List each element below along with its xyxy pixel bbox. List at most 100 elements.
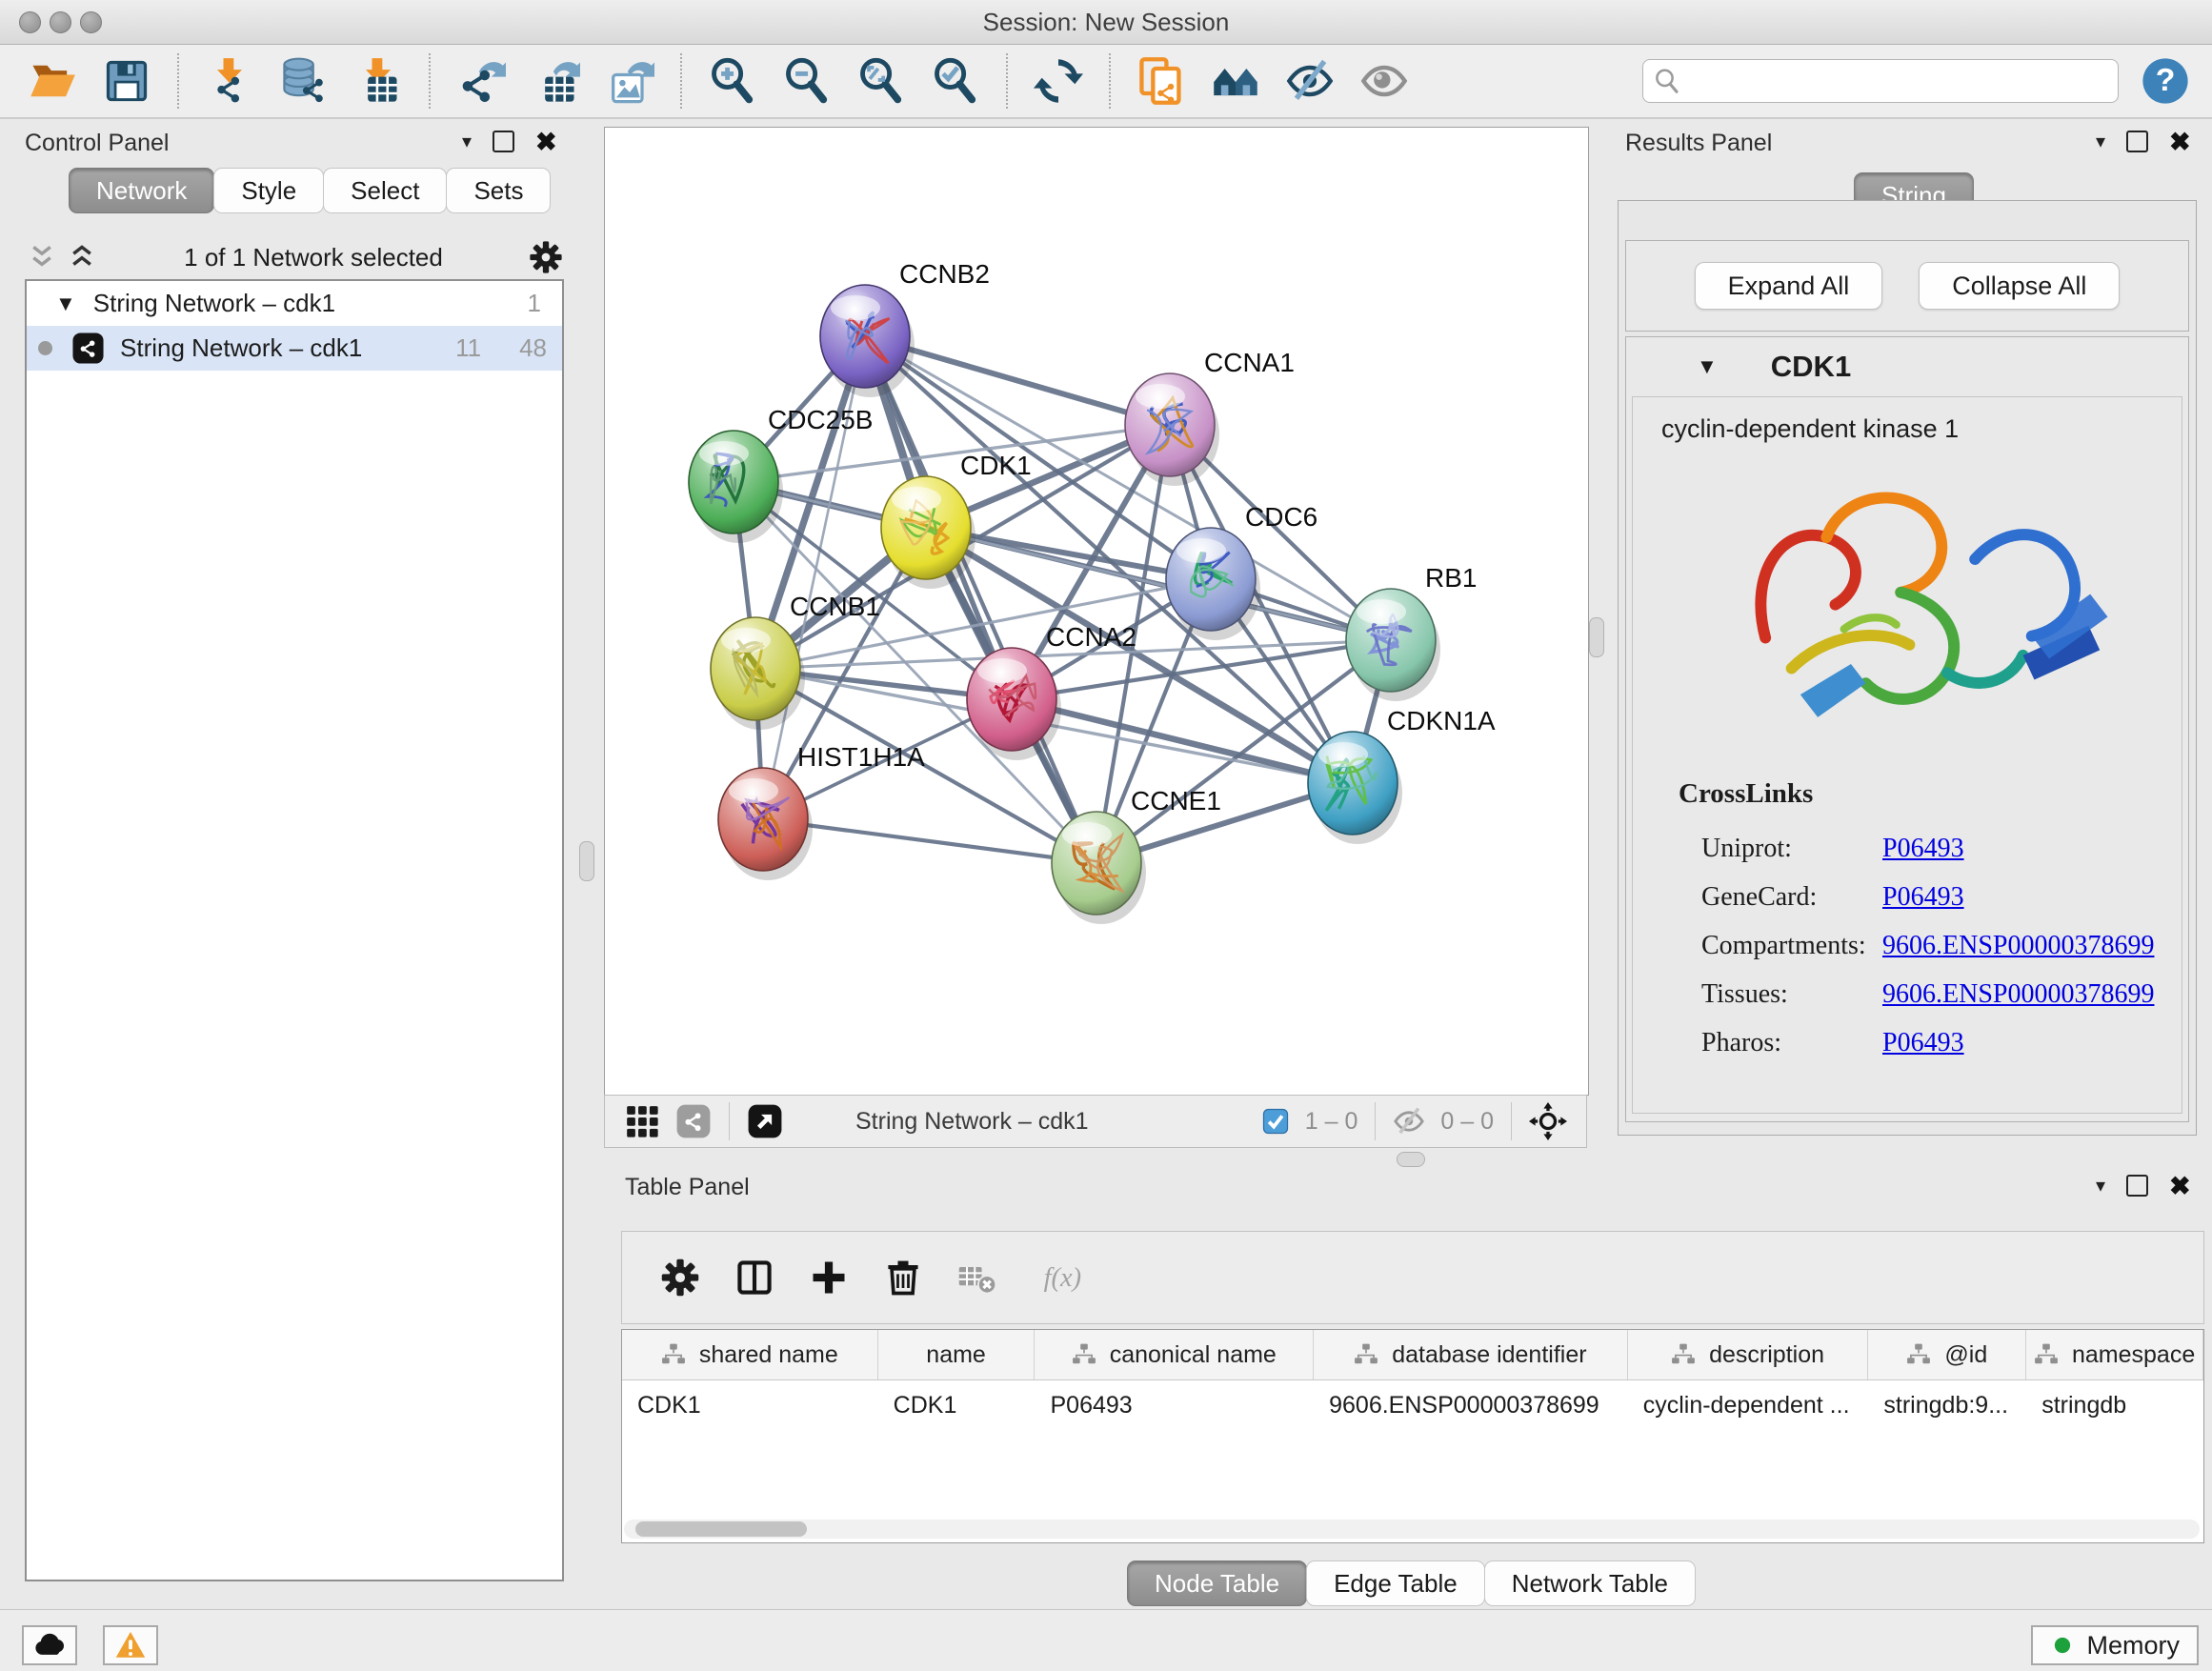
- warnings-button[interactable]: [103, 1625, 158, 1665]
- selected-indicator-checkbox[interactable]: [1261, 1107, 1290, 1136]
- table-panel-float-icon[interactable]: [2126, 1175, 2148, 1197]
- export-image-button[interactable]: [603, 54, 656, 108]
- birdseye-view-icon[interactable]: [1529, 1102, 1567, 1140]
- column-header--id[interactable]: @id: [1868, 1330, 2026, 1379]
- node-CCNB2[interactable]: CCNB2: [820, 259, 990, 397]
- tab-network-table[interactable]: Network Table: [1484, 1560, 1696, 1606]
- column-header-canonical-name[interactable]: canonical name: [1035, 1330, 1314, 1379]
- table-cell[interactable]: CDK1: [622, 1380, 878, 1430]
- add-column-icon[interactable]: [808, 1257, 850, 1299]
- results-panel-float-icon[interactable]: [2126, 131, 2148, 152]
- table-cell[interactable]: stringdb:9...: [1868, 1380, 2026, 1430]
- node-HIST1H1A[interactable]: HIST1H1A: [718, 742, 925, 880]
- table-cell[interactable]: cyclin-dependent ...: [1628, 1380, 1869, 1430]
- table-options-gear-icon[interactable]: [659, 1257, 701, 1299]
- control-panel-float-icon[interactable]: [493, 131, 514, 152]
- memory-button[interactable]: Memory: [2031, 1625, 2199, 1665]
- table-panel-close-icon[interactable]: ✖: [2169, 1177, 2191, 1196]
- crosslink-link[interactable]: 9606.ENSP00000378699: [1882, 979, 2154, 1010]
- search-input[interactable]: [1689, 61, 2108, 101]
- column-header-shared-name[interactable]: shared name: [622, 1330, 878, 1379]
- horizontal-scrollbar[interactable]: [624, 1520, 2200, 1539]
- expand-all-button[interactable]: Expand All: [1695, 262, 1883, 310]
- string-copy-network-button[interactable]: [1135, 54, 1188, 108]
- results-panel-collapse-icon[interactable]: ▾: [2096, 130, 2105, 153]
- string-home-button[interactable]: [1209, 54, 1262, 108]
- save-session-button[interactable]: [100, 54, 153, 108]
- crosslink-link[interactable]: P06493: [1882, 882, 1964, 913]
- tab-select[interactable]: Select: [323, 168, 447, 213]
- node-RB1[interactable]: RB1: [1346, 563, 1477, 701]
- memory-label: Memory: [2086, 1631, 2180, 1661]
- results-panel-close-icon[interactable]: ✖: [2169, 132, 2191, 151]
- node-CDC25B[interactable]: CDC25B: [689, 405, 873, 543]
- node-CCNB1[interactable]: CCNB1: [711, 592, 880, 730]
- network-options-gear-icon[interactable]: [528, 239, 564, 275]
- column-header-description[interactable]: description: [1628, 1330, 1869, 1379]
- collapse-all-networks-icon[interactable]: [25, 243, 59, 272]
- apply-layout-button[interactable]: [1032, 54, 1085, 108]
- horizontal-scrollbar-thumb[interactable]: [635, 1521, 807, 1537]
- collection-label: String Network – cdk1: [93, 289, 528, 318]
- column-header-database-identifier[interactable]: database identifier: [1314, 1330, 1628, 1379]
- tab-sets[interactable]: Sets: [446, 168, 551, 213]
- column-header-name[interactable]: name: [878, 1330, 1036, 1379]
- gene-section-header[interactable]: ▼ CDK1: [1626, 337, 2188, 396]
- tab-node-table[interactable]: Node Table: [1127, 1560, 1307, 1606]
- delete-column-icon[interactable]: [882, 1257, 924, 1299]
- network-edge-count: 48: [519, 333, 547, 363]
- column-tree-icon: [2034, 1342, 2059, 1367]
- export-network-button[interactable]: [454, 54, 508, 108]
- hide-panels-button[interactable]: [1283, 54, 1337, 108]
- crosslink-link[interactable]: 9606.ENSP00000378699: [1882, 931, 2154, 961]
- tab-network[interactable]: Network: [69, 168, 214, 213]
- network-collection-row[interactable]: ▼ String Network – cdk1 1: [27, 281, 562, 326]
- grid-view-icon[interactable]: [624, 1103, 660, 1139]
- node-CCNA1[interactable]: CCNA1: [1125, 348, 1295, 486]
- export-table-button[interactable]: [529, 54, 582, 108]
- table-row[interactable]: CDK1CDK1P064939606.ENSP00000378699cyclin…: [622, 1380, 2203, 1430]
- zoom-out-button[interactable]: [780, 54, 834, 108]
- node-CDKN1A[interactable]: CDKN1A: [1308, 706, 1496, 844]
- control-panel-close-icon[interactable]: ✖: [535, 132, 557, 151]
- show-panels-button[interactable]: [1357, 54, 1411, 108]
- table-panel-collapse-icon[interactable]: ▾: [2096, 1174, 2105, 1198]
- help-button[interactable]: ?: [2140, 55, 2191, 107]
- expand-all-networks-icon[interactable]: [65, 243, 99, 272]
- table-cell[interactable]: 9606.ENSP00000378699: [1314, 1380, 1628, 1430]
- node-CCNE1[interactable]: CCNE1: [1052, 786, 1221, 924]
- left-splitter-grip[interactable]: [579, 841, 594, 881]
- bottom-splitter-grip[interactable]: [1397, 1152, 1425, 1167]
- network-badge-icon[interactable]: [675, 1103, 712, 1139]
- table-cell[interactable]: P06493: [1035, 1380, 1314, 1430]
- collection-expander-icon[interactable]: ▼: [55, 292, 76, 316]
- zoom-in-button[interactable]: [706, 54, 759, 108]
- import-table-from-file-button[interactable]: [352, 54, 405, 108]
- crosslink-link[interactable]: P06493: [1882, 1028, 1964, 1058]
- column-header-namespace[interactable]: namespace: [2026, 1330, 2203, 1379]
- toolbar-separator: [177, 53, 179, 109]
- import-network-from-database-button[interactable]: [277, 54, 331, 108]
- network-row[interactable]: String Network – cdk1 11 48: [27, 326, 562, 371]
- collapse-all-button[interactable]: Collapse All: [1919, 262, 2120, 310]
- right-splitter-grip[interactable]: [1589, 617, 1604, 657]
- node-CCNA2[interactable]: CCNA2: [967, 622, 1136, 760]
- import-network-from-file-button[interactable]: [203, 54, 256, 108]
- search-box[interactable]: [1642, 59, 2119, 103]
- table-cell[interactable]: stringdb: [2026, 1380, 2203, 1430]
- table-cell[interactable]: CDK1: [878, 1380, 1036, 1430]
- show-columns-icon[interactable]: [734, 1257, 775, 1299]
- control-panel-collapse-icon[interactable]: ▾: [462, 130, 472, 153]
- import-network-icon: [205, 56, 254, 106]
- tab-style[interactable]: Style: [213, 168, 324, 213]
- open-file-button[interactable]: [26, 54, 79, 108]
- cloud-status-button[interactable]: [22, 1625, 77, 1665]
- tab-edge-table[interactable]: Edge Table: [1306, 1560, 1485, 1606]
- detach-view-icon[interactable]: [747, 1103, 783, 1139]
- edge-HIST1H1A-CCNE1[interactable]: [763, 819, 1096, 863]
- gene-expander-icon[interactable]: ▼: [1697, 354, 1718, 379]
- crosslink-link[interactable]: P06493: [1882, 834, 1964, 864]
- network-canvas[interactable]: CCNB2 CCNA1 CDC25B CDK1: [604, 127, 1589, 1096]
- zoom-fit-button[interactable]: [855, 54, 908, 108]
- zoom-selected-button[interactable]: [929, 54, 982, 108]
